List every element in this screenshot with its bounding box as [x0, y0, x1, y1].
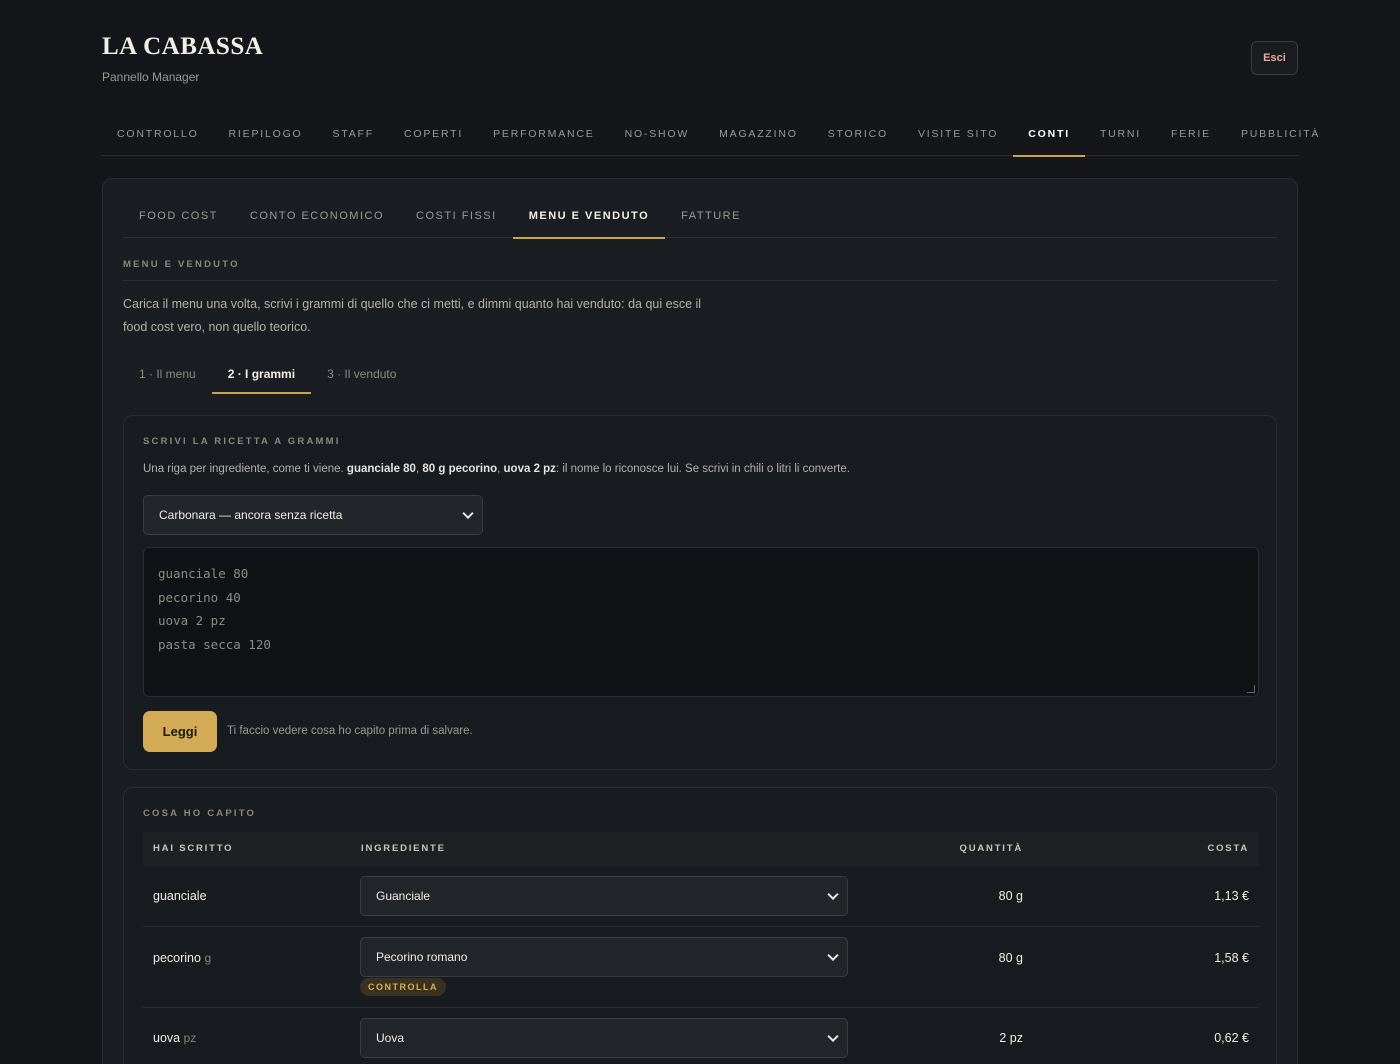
tab-no-show[interactable]: NO-SHOW: [610, 116, 705, 156]
recipe-card: SCRIVI LA RICETTA A GRAMMI Una riga per …: [123, 415, 1277, 770]
cost-cell: 0,62 €: [1214, 1031, 1249, 1045]
chevron-down-icon: [462, 507, 474, 520]
read-note: Ti faccio vedere cosa ho capito prima di…: [227, 725, 473, 737]
tab-performance[interactable]: PERFORMANCE: [478, 116, 609, 156]
subtab-conto-economico[interactable]: CONTO ECONOMICO: [234, 197, 400, 238]
ingredient-select-value: Pecorino romano: [376, 950, 468, 964]
brand-subtitle: Pannello Manager: [102, 70, 200, 84]
tab-visite-sito[interactable]: VISITE SITO: [903, 116, 1013, 156]
quantity-cell: 80 g: [998, 951, 1023, 965]
tab-magazzino[interactable]: MAGAZZINO: [704, 116, 813, 156]
section-title: MENU E VENDUTO: [123, 259, 1277, 281]
chevron-down-icon: [827, 949, 839, 962]
ingredient-select-value: Uova: [376, 1031, 405, 1045]
written-cell: guanciale: [153, 889, 207, 903]
tab-ferie[interactable]: FERIE: [1156, 116, 1226, 156]
hint-prefix: Una riga per ingrediente, come ti viene.: [143, 463, 347, 475]
step-tab-2[interactable]: 2 · I grammi: [211, 357, 312, 394]
recipe-line: uova 2 pz: [158, 613, 226, 628]
subtab-costi-fissi[interactable]: COSTI FISSI: [400, 197, 513, 238]
written-text: uova: [153, 1031, 181, 1045]
tab-conti[interactable]: CONTI: [1013, 116, 1085, 157]
recipe-line: pasta secca 120: [158, 636, 271, 652]
chevron-down-icon: [827, 1030, 839, 1043]
tab-coperti[interactable]: COPERTI: [389, 116, 478, 156]
brand-title: LA CABASSA: [102, 33, 264, 60]
ingredient-select[interactable]: Pecorino romano: [360, 937, 848, 977]
tab-controllo[interactable]: CONTROLLO: [102, 116, 214, 156]
table-row: uova pz Uova 2 pz 0,62 €: [143, 1008, 1259, 1064]
ingredient-select[interactable]: Uova: [360, 1018, 848, 1058]
table-header: HAI SCRITTO INGREDIENTE QUANTITÀ COSTA: [143, 832, 1259, 866]
col-quantity: QUANTITÀ: [959, 843, 1023, 854]
written-cell: pecorino g: [153, 951, 211, 965]
hint-example: 80 g pecorino: [422, 463, 498, 475]
tab-turni[interactable]: TURNI: [1085, 116, 1156, 156]
written-unit: pz: [183, 1031, 197, 1045]
subtab-fatture[interactable]: FATTURE: [665, 197, 757, 238]
written-text: guanciale: [153, 889, 207, 903]
recipe-textarea[interactable]: guanciale 80 pecorino 40 uova 2 pz pasta se…: [143, 547, 1259, 697]
recipe-card-title: SCRIVI LA RICETTA A GRAMMI: [143, 436, 341, 447]
hint-example: uova 2 pz: [503, 463, 556, 475]
recipe-line: guanciale 80: [158, 566, 249, 581]
written-cell: uova pz: [153, 1031, 196, 1045]
col-cost: COSTA: [1207, 843, 1249, 854]
quantity-cell: 2 pz: [999, 1031, 1023, 1045]
table-row: guanciale Guanciale 80 g 1,13 €: [143, 866, 1259, 927]
ingredient-select-value: Guanciale: [376, 889, 431, 903]
hint-example: guanciale 80: [346, 463, 416, 475]
written-unit: g: [204, 951, 212, 965]
hint-suffix: : il nome lo riconosce lui. Se scrivi in…: [555, 463, 850, 475]
ingredient-select[interactable]: Guanciale: [360, 876, 848, 916]
step-tab-1[interactable]: 1 · Il menu: [123, 357, 212, 394]
parsed-card-title: COSA HO CAPITO: [143, 808, 257, 819]
tab-pubblicita[interactable]: PUBBLICITÀ: [1226, 116, 1335, 156]
cost-cell: 1,58 €: [1214, 951, 1249, 965]
table-row: pecorino g Pecorino romano CONTROLLA 80 g 1,…: [143, 927, 1259, 1008]
cost-cell: 1,13 €: [1214, 889, 1249, 903]
parsed-card: COSA HO CAPITO HAI SCRITTO INGREDIENTE Q…: [123, 787, 1277, 1064]
col-ingredient: INGREDIENTE: [361, 843, 446, 854]
quantity-cell: 80 g: [998, 889, 1023, 903]
written-text: pecorino: [153, 951, 201, 965]
subtab-food-cost[interactable]: FOOD COST: [123, 197, 234, 238]
conti-panel: FOOD COST CONTO ECONOMICO COSTI FISSI MENU …: [102, 178, 1298, 1064]
read-button[interactable]: Leggi: [143, 711, 217, 752]
sub-nav: FOOD COST CONTO ECONOMICO COSTI FISSI MENU …: [123, 197, 1277, 239]
tab-riepilogo[interactable]: RIEPILOGO: [214, 116, 318, 156]
logout-button[interactable]: Esci: [1251, 41, 1298, 75]
chevron-down-icon: [827, 888, 839, 901]
dish-select[interactable]: Carbonara — ancora senza ricetta: [143, 495, 483, 535]
col-written: HAI SCRITTO: [153, 843, 234, 854]
subtab-menu-e-venduto[interactable]: MENU E VENDUTO: [512, 197, 666, 239]
step-tabs: 1 · Il menu 2 · I grammi 3 · Il venduto: [123, 357, 412, 394]
main-nav: CONTROLLO RIEPILOGO STAFF COPERTI PERFORMANC…: [102, 116, 1318, 157]
tab-storico[interactable]: STORICO: [813, 116, 903, 156]
resize-handle-icon[interactable]: [1247, 685, 1255, 693]
tab-staff[interactable]: STAFF: [318, 116, 389, 156]
status-badge: CONTROLLA: [360, 978, 446, 996]
step-tab-3[interactable]: 3 · Il venduto: [311, 357, 412, 394]
recipe-hint: Una riga per ingrediente, come ti viene.…: [143, 463, 850, 475]
section-intro: Carica il menu una volta, scrivi i gramm…: [123, 297, 702, 334]
dish-select-value: Carbonara — ancora senza ricetta: [159, 508, 343, 522]
recipe-line: pecorino 40: [158, 589, 241, 605]
